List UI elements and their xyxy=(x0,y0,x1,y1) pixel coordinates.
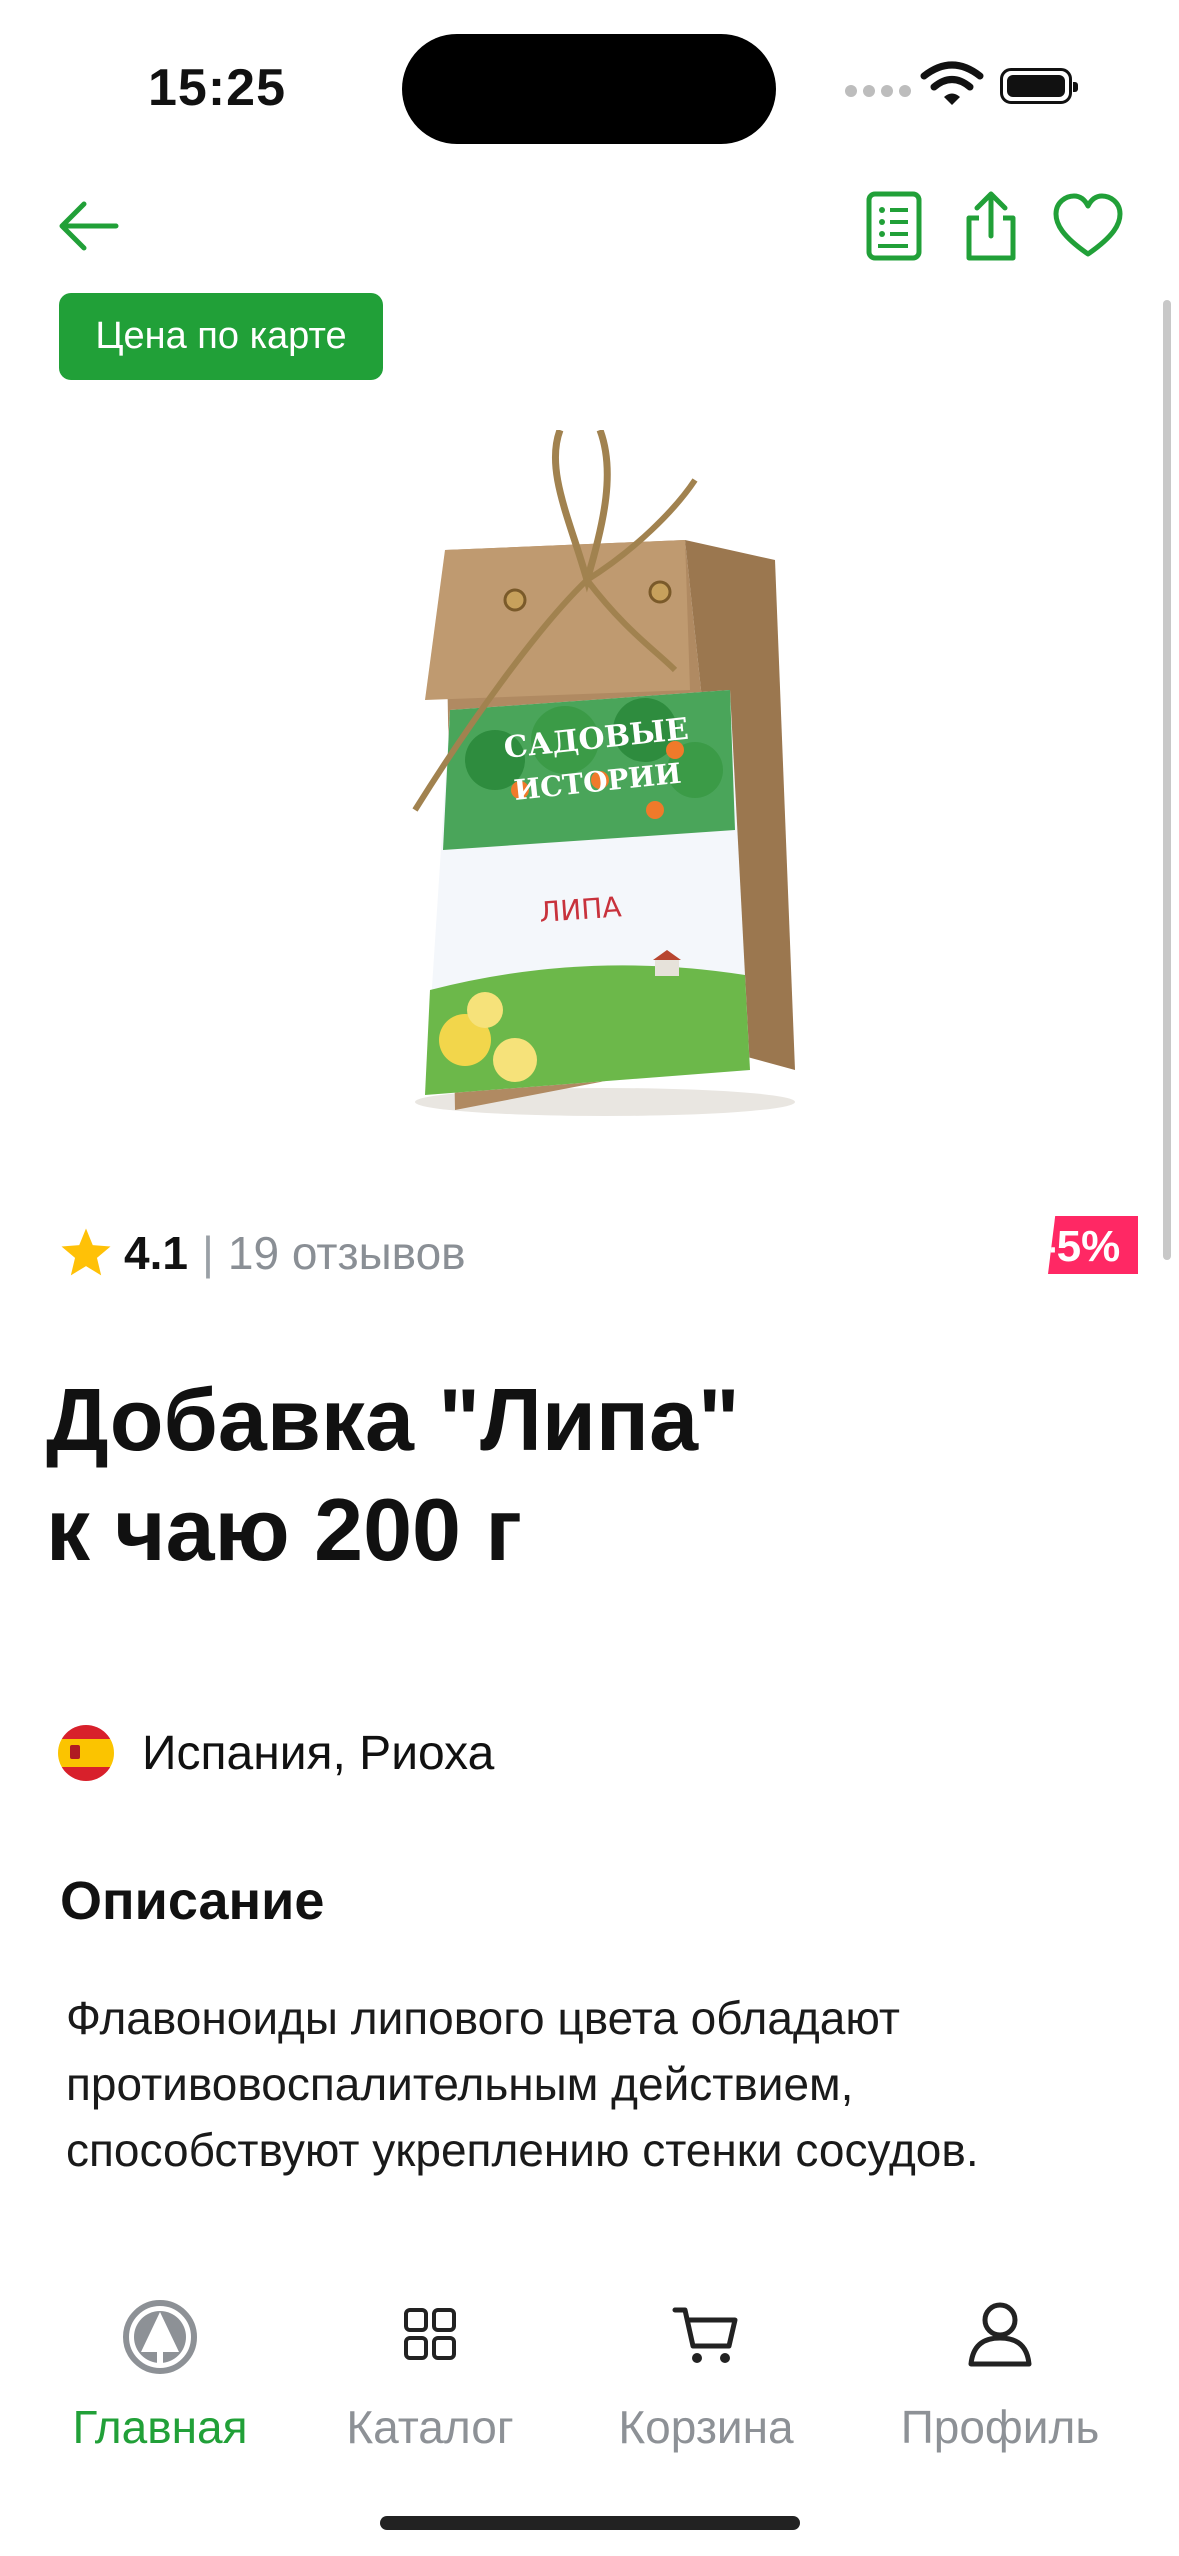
spain-flag-icon xyxy=(58,1725,114,1781)
product-image[interactable]: САДОВЫЕ ИСТОРИИ ЛИПА xyxy=(355,430,835,1130)
tab-catalog-label: Каталог xyxy=(346,2401,514,2453)
battery-icon xyxy=(1000,68,1078,104)
tab-home-label: Главная xyxy=(72,2401,248,2453)
wifi-icon xyxy=(920,61,984,105)
tab-cart-label: Корзина xyxy=(618,2401,794,2453)
rating-value: 4.1 xyxy=(124,1227,188,1279)
tab-catalog[interactable]: Каталог xyxy=(290,2270,570,2470)
dynamic-island xyxy=(402,34,776,144)
home-tree-icon xyxy=(123,2300,197,2374)
heart-icon[interactable] xyxy=(1052,188,1124,264)
product-title-line2: к чаю 200 г xyxy=(46,1480,523,1579)
tab-cart[interactable]: Корзина xyxy=(566,2270,846,2470)
card-price-badge: Цена по карте xyxy=(59,293,383,380)
origin-text: Испания, Риоха xyxy=(142,1726,495,1780)
reviews-link[interactable]: 19 отзывов xyxy=(228,1226,466,1280)
rating-separator: | xyxy=(201,1227,214,1279)
rating-row[interactable]: 4.1 | 19 отзывов xyxy=(58,1218,466,1288)
tab-bar: Главная Каталог Корзина Профиль xyxy=(0,2270,1179,2480)
origin-row: Испания, Риоха xyxy=(58,1725,494,1781)
cellular-signal-icon xyxy=(845,84,917,102)
status-time: 15:25 xyxy=(148,59,286,117)
person-icon xyxy=(968,2302,1032,2367)
description-text: Флавоноиды липового цвета обладают проти… xyxy=(66,1992,979,2176)
status-bar: 15:25 xyxy=(0,0,1179,170)
scrollbar[interactable] xyxy=(1163,300,1171,1260)
home-indicator[interactable] xyxy=(380,2516,800,2530)
discount-badge: -5% xyxy=(1048,1216,1138,1274)
product-title-line1: Добавка "Липа" xyxy=(46,1370,740,1469)
star-icon xyxy=(61,1228,111,1276)
tab-profile-label: Профиль xyxy=(900,2401,1100,2453)
cart-icon xyxy=(672,2307,738,2363)
svg-text:ЛИПА: ЛИПА xyxy=(538,890,622,929)
description-heading: Описание xyxy=(60,1871,325,1931)
share-icon[interactable] xyxy=(955,188,1027,264)
list-icon[interactable] xyxy=(858,188,930,264)
product-title: Добавка "Липа" к чаю 200 г xyxy=(46,1365,1096,1585)
grid-icon xyxy=(404,2308,456,2360)
tab-profile[interactable]: Профиль xyxy=(860,2270,1140,2470)
tab-home[interactable]: Главная xyxy=(20,2270,300,2470)
back-arrow-icon[interactable] xyxy=(52,190,124,262)
discount-value: -5% xyxy=(1048,1222,1121,1271)
